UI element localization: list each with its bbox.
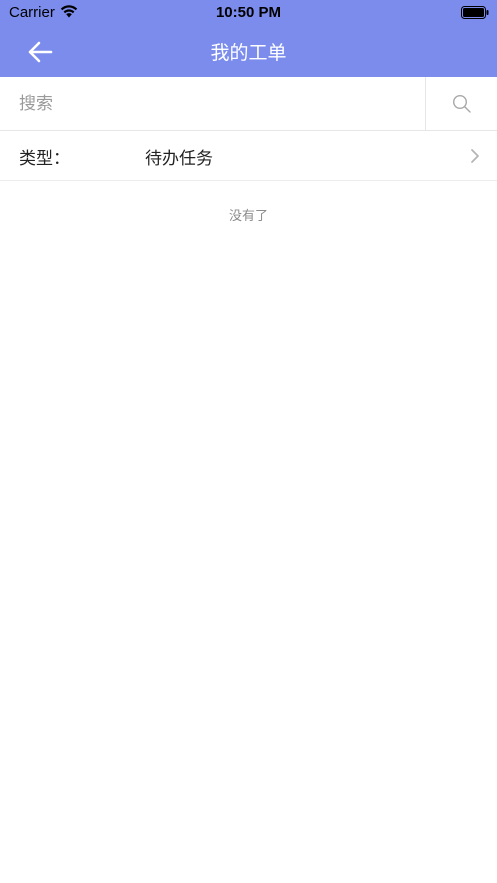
header: Carrier 10:50 PM 我的工单 bbox=[0, 0, 497, 77]
type-filter-row[interactable]: 类型： 待办任务 bbox=[0, 131, 497, 181]
battery-icon bbox=[461, 6, 489, 19]
chevron-right-icon bbox=[471, 149, 479, 163]
status-bar: Carrier 10:50 PM bbox=[0, 0, 497, 26]
search-icon bbox=[452, 94, 471, 113]
navigation-bar: 我的工单 bbox=[0, 26, 497, 77]
search-input[interactable] bbox=[0, 77, 425, 130]
empty-list-message: 没有了 bbox=[228, 209, 268, 224]
status-time: 10:50 PM bbox=[215, 4, 282, 21]
type-value: 待办任务 bbox=[145, 149, 213, 169]
page-title: 我的工单 bbox=[210, 42, 287, 64]
search-button[interactable] bbox=[425, 77, 497, 130]
type-label: 类型： bbox=[19, 149, 70, 169]
search-bar bbox=[0, 77, 497, 131]
